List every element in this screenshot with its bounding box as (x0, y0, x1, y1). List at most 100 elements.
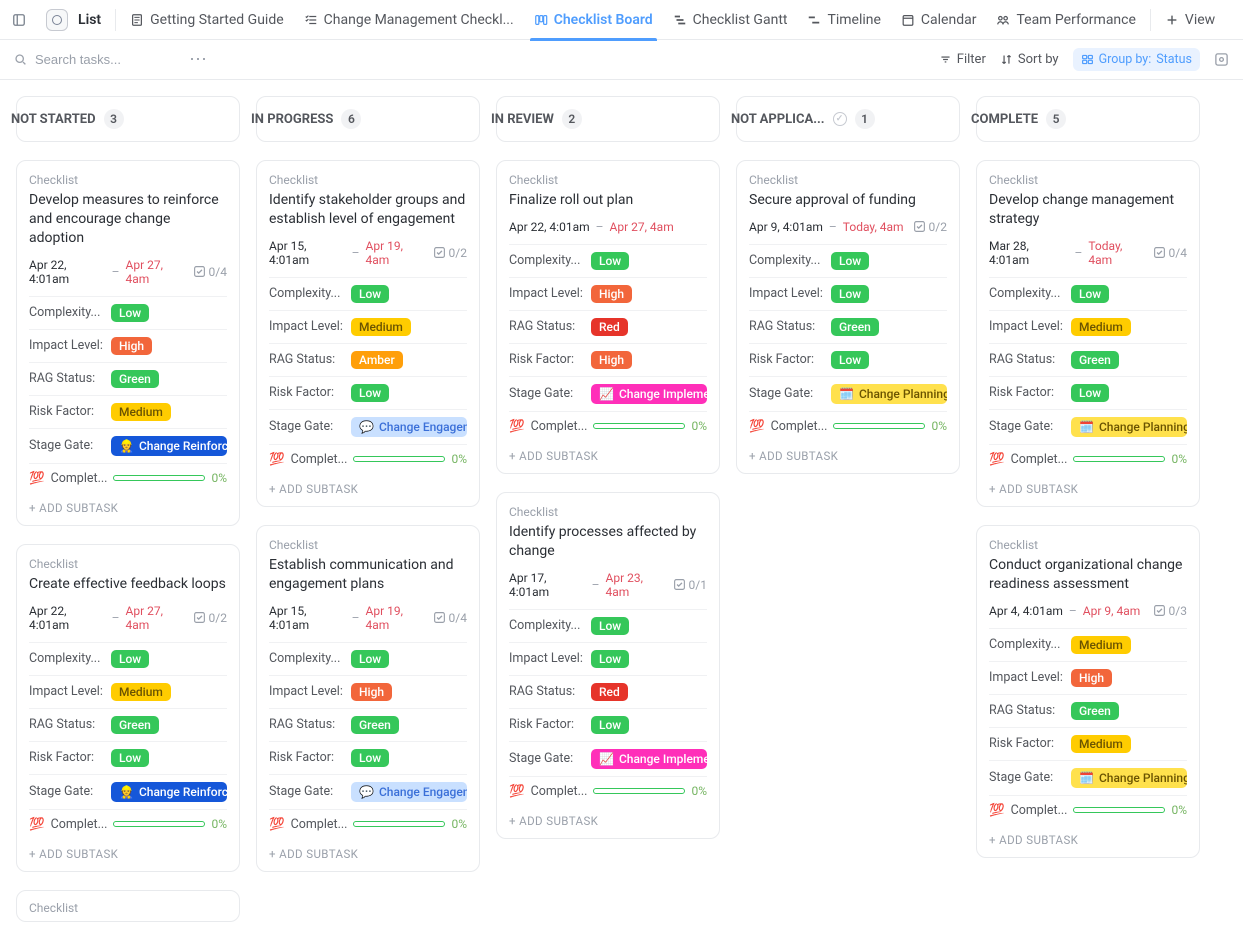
search-input[interactable] (33, 51, 173, 68)
task-card[interactable]: Checklist Identify stakeholder groups an… (256, 160, 480, 507)
tab-team[interactable]: Team Performance (986, 0, 1145, 40)
hundred-icon: 💯 (749, 419, 765, 434)
rag-pill: Green (1071, 702, 1119, 720)
start-date: Apr 15, 4:01am (269, 604, 346, 632)
date-row: Apr 9, 4:01am – Today, 4am 0/2 (749, 220, 947, 234)
board-icon (534, 13, 548, 27)
date-row: Apr 4, 4:01am – Apr 9, 4am 0/3 (989, 604, 1187, 618)
tab-separator (1150, 9, 1151, 31)
stage-pill: 💬Change Engagement (351, 782, 467, 802)
rag-pill: Amber (351, 351, 403, 369)
task-card[interactable]: Checklist Create effective feedback loop… (16, 544, 240, 872)
filter-button[interactable]: Filter (939, 52, 986, 67)
calendar-icon (901, 13, 915, 27)
rag-pill: Green (111, 716, 159, 734)
impact-pill: High (1071, 669, 1112, 687)
task-card[interactable]: Checklist Conduct organizational change … (976, 525, 1200, 858)
add-subtask-button[interactable]: + ADD SUBTASK (509, 441, 707, 465)
add-view-button[interactable]: View (1155, 0, 1225, 40)
subtask-icon (433, 611, 446, 624)
task-card[interactable]: Checklist (16, 890, 240, 922)
add-subtask-button[interactable]: + ADD SUBTASK (989, 825, 1187, 849)
more-options-button[interactable]: ⋯ (189, 49, 208, 70)
group-icon (1081, 53, 1094, 66)
field-label-stage: Stage Gate: (269, 784, 351, 799)
add-subtask-button[interactable]: + ADD SUBTASK (29, 493, 227, 517)
hundred-icon: 💯 (269, 817, 285, 832)
field-label-stage: Stage Gate: (509, 751, 591, 766)
column-title: COMPLETE (971, 112, 1038, 127)
date-row: Apr 17, 4:01am – Apr 23, 4am 0/1 (509, 571, 707, 599)
subtask-icon (673, 578, 686, 591)
task-title: Establish communication and en­gagement … (269, 556, 467, 594)
date-row: Apr 15, 4:01am – Apr 19, 4am 0/4 (269, 604, 467, 632)
subtask-count: 0/3 (1153, 604, 1187, 618)
task-card[interactable]: Checklist Secure approval of funding Apr… (736, 160, 960, 474)
add-subtask-button[interactable]: + ADD SUBTASK (29, 839, 227, 863)
field-label-complexity: Complexity... (269, 651, 351, 666)
field-label-stage: Stage Gate: (749, 386, 831, 401)
complexity-pill: Medium (1071, 636, 1131, 654)
risk-pill: Low (351, 749, 389, 767)
column-header[interactable]: COMPLETE5 (976, 96, 1200, 142)
field-label-risk: Risk Factor: (509, 717, 591, 732)
progress-bar (833, 423, 925, 429)
task-card[interactable]: Checklist Develop change management stra… (976, 160, 1200, 507)
breadcrumb: Checklist (509, 173, 707, 187)
board-column: NOT APPLICA...✓1 Checklist Secure approv… (736, 96, 960, 922)
completion-row: 💯 Complet... 0% (509, 776, 707, 806)
collapse-sidebar-button[interactable] (6, 7, 32, 33)
column-header[interactable]: NOT STARTED3 (16, 96, 240, 142)
add-subtask-button[interactable]: + ADD SUBTASK (989, 474, 1187, 498)
column-header[interactable]: NOT APPLICA...✓1 (736, 96, 960, 142)
sort-icon (1000, 53, 1013, 66)
field-label-impact: Impact Level: (749, 286, 831, 301)
complexity-pill: Low (1071, 285, 1109, 303)
add-subtask-button[interactable]: + ADD SUBTASK (269, 474, 467, 498)
field-label-stage: Stage Gate: (29, 784, 111, 799)
field-label-complexity: Complexity... (989, 637, 1071, 652)
breadcrumb: Checklist (29, 557, 227, 571)
tab-checklist[interactable]: Change Management Checkl... (294, 0, 524, 40)
tab-gantt[interactable]: Checklist Gantt (663, 0, 798, 40)
tab-calendar[interactable]: Calendar (891, 0, 987, 40)
due-date: Apr 19, 4am (366, 239, 427, 267)
subtask-count: 0/4 (433, 611, 467, 625)
list-name-tab[interactable]: List (36, 0, 111, 40)
sortby-label: Sort by (1018, 52, 1059, 67)
column-header[interactable]: IN PROGRESS6 (256, 96, 480, 142)
column-header[interactable]: IN REVIEW2 (496, 96, 720, 142)
sortby-button[interactable]: Sort by (1000, 52, 1059, 67)
start-date: Apr 22, 4:01am (509, 220, 590, 234)
breadcrumb: Checklist (989, 538, 1187, 552)
task-card[interactable]: Checklist Establish communication and en… (256, 525, 480, 872)
task-title: Finalize roll out plan (509, 191, 707, 210)
progress-percent: 0% (1171, 803, 1187, 817)
subtask-icon (433, 246, 446, 259)
due-date: Today, 4am (1088, 239, 1146, 267)
column-count: 2 (562, 109, 582, 129)
completion-row: 💯 Complet... 0% (29, 809, 227, 839)
tab-board[interactable]: Checklist Board (524, 0, 663, 40)
progress-bar (593, 423, 685, 429)
task-title: Develop change management strategy (989, 191, 1187, 229)
task-card[interactable]: Checklist Identify processes affected by… (496, 492, 720, 839)
search-icon (14, 53, 27, 66)
groupby-button[interactable]: Group by: Status (1073, 48, 1200, 71)
add-subtask-button[interactable]: + ADD SUBTASK (509, 806, 707, 830)
completion-row: 💯 Complet... 0% (269, 809, 467, 839)
task-card[interactable]: Checklist Finalize roll out plan Apr 22,… (496, 160, 720, 474)
view-tabs: List Getting Started GuideChange Managem… (0, 0, 1243, 40)
subtask-icon (1153, 246, 1166, 259)
subtask-count: 0/1 (673, 578, 707, 592)
settings-icon[interactable] (1214, 52, 1229, 67)
board-toolbar: ⋯ Filter Sort by Group by: Status (0, 40, 1243, 80)
add-subtask-button[interactable]: + ADD SUBTASK (269, 839, 467, 863)
field-label-complexity: Complexity... (509, 618, 591, 633)
tab-doc[interactable]: Getting Started Guide (120, 0, 294, 40)
field-label-completion: Complet... (291, 817, 348, 832)
tab-timeline[interactable]: Timeline (797, 0, 890, 40)
task-card[interactable]: Checklist Develop measures to reinforce … (16, 160, 240, 526)
field-label-impact: Impact Level: (509, 651, 591, 666)
add-subtask-button[interactable]: + ADD SUBTASK (749, 441, 947, 465)
